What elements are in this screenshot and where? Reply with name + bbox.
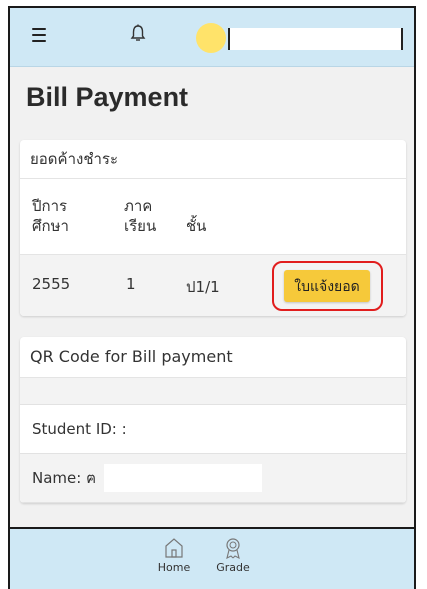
nav-home-label: Home xyxy=(157,561,191,574)
top-app-bar xyxy=(10,8,414,67)
bottom-nav: Home Grade xyxy=(10,527,414,589)
qr-card-title: QR Code for Bill payment xyxy=(20,337,406,378)
student-id-row: Student ID: : xyxy=(20,405,406,454)
name-label: Name: ฅ xyxy=(32,469,97,487)
app-frame: Bill Payment ยอดค้างชำระ ปีการ ศึกษา ภาค… xyxy=(8,6,416,589)
cell-grade: ป1/1 xyxy=(186,278,220,296)
nav-grade-label: Grade xyxy=(216,561,250,574)
page-title: Bill Payment xyxy=(26,82,189,112)
bell-icon[interactable] xyxy=(130,24,146,47)
home-icon xyxy=(165,538,183,558)
cell-year: 2555 xyxy=(32,275,71,293)
qr-code-area xyxy=(20,378,406,405)
qr-card: QR Code for Bill payment Student ID: : N… xyxy=(20,337,406,503)
nav-grade[interactable]: Grade xyxy=(203,537,263,574)
highlight-annotation xyxy=(272,261,383,311)
column-header-year: ปีการ ศึกษา xyxy=(32,197,69,235)
student-id-label: Student ID: : xyxy=(32,420,127,438)
avatar[interactable] xyxy=(196,23,226,53)
outstanding-card: ยอดค้างชำระ ปีการ ศึกษา ภาค เรียน ชั้น 2… xyxy=(20,140,406,316)
outstanding-card-title: ยอดค้างชำระ xyxy=(20,140,406,179)
cell-term: 1 xyxy=(126,275,136,293)
table-header: ปีการ ศึกษา ภาค เรียน ชั้น xyxy=(20,179,406,255)
hamburger-menu-icon[interactable] xyxy=(32,28,46,42)
column-header-term: ภาค เรียน xyxy=(124,197,157,235)
name-row: Name: ฅ xyxy=(20,454,406,503)
award-icon xyxy=(226,538,240,559)
table-row: 2555 1 ป1/1 ใบแจ้งยอด xyxy=(20,255,406,316)
column-header-grade: ชั้น xyxy=(186,217,207,235)
user-name-redacted xyxy=(228,28,403,50)
name-redacted xyxy=(104,464,262,492)
nav-home[interactable]: Home xyxy=(144,537,204,574)
